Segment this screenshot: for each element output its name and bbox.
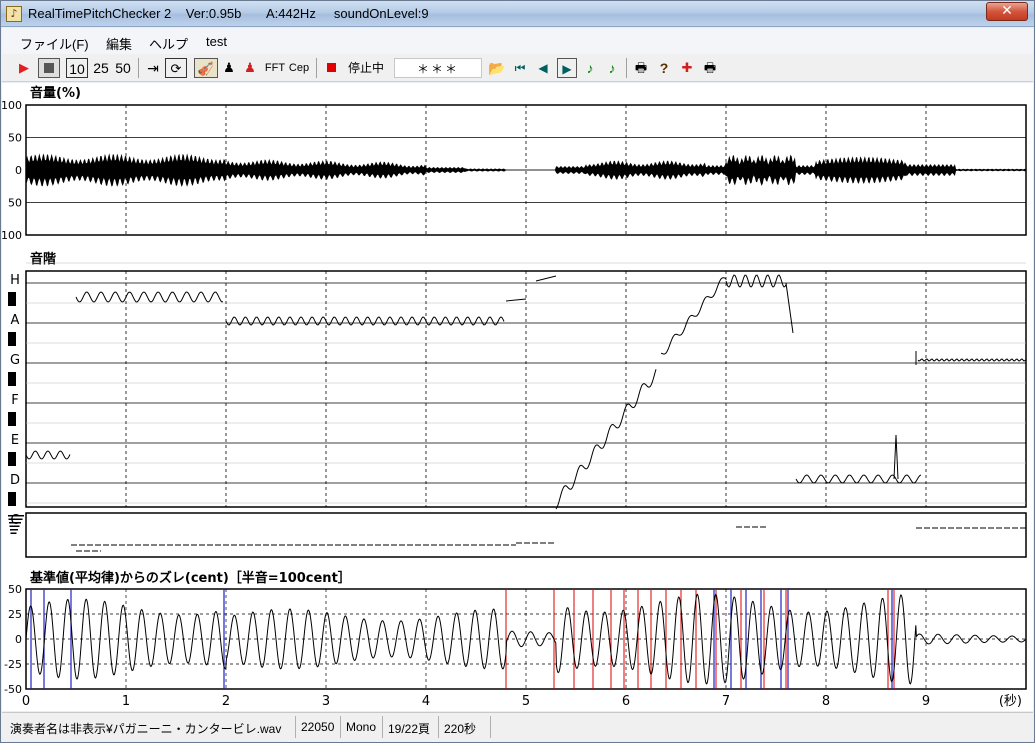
open-folder-icon[interactable]: 📂 xyxy=(488,58,506,78)
toolbar: ▶ 10 25 50 ⇥ ⟳ 🎻 ♟ ♟ FFT Cep 停止中 ＊＊＊ 📂 ⏮… xyxy=(2,54,1033,82)
volume-y-label: 100 xyxy=(2,229,22,242)
note-label: E xyxy=(11,433,19,448)
help-icon[interactable]: ? xyxy=(655,58,673,78)
marker-icon[interactable]: ✚ xyxy=(678,58,696,78)
status-file: 演奏者名は非表示¥パガニーニ・カンタービレ.wav xyxy=(10,722,282,736)
status-page: 19/22頁 xyxy=(388,722,431,736)
volume-panel: 100 50 0 50 100 xyxy=(1,99,1027,242)
volume-panel-title: 音量(%) xyxy=(30,85,81,101)
menu-help[interactable]: ヘルプ xyxy=(149,34,188,53)
deviation-y-label: 0 xyxy=(15,633,22,646)
deviation-y-label: 50 xyxy=(8,583,22,596)
app-icon: ♪ xyxy=(6,6,22,22)
skip-to-end-icon[interactable]: ⇥ xyxy=(144,58,162,78)
status-length: 220秒 xyxy=(444,722,477,736)
next-page-icon[interactable]: ▶ xyxy=(557,58,577,78)
fft-button[interactable]: FFT xyxy=(264,58,286,78)
note-label: H xyxy=(10,273,20,288)
time-tick-label: 8 xyxy=(822,694,830,709)
stop-button[interactable] xyxy=(38,58,60,78)
app-window: ♪ RealTimePitchChecker 2 Ver:0.95b A:442… xyxy=(0,0,1035,743)
deviation-y-label: 25 xyxy=(8,608,22,621)
prev-page-icon[interactable]: ◀ xyxy=(534,58,552,78)
title-bar: ♪ RealTimePitchChecker 2 Ver:0.95b A:442… xyxy=(1,1,1034,27)
violin-icon[interactable]: 🎻 xyxy=(194,58,218,78)
analysis-graphs: 音量(%) 音階 基準値(平均律)からのズレ(cent)［半音=100cent］… xyxy=(1,85,1027,709)
status-bar: 演奏者名は非表示¥パガニーニ・カンタービレ.wav 22050 Mono 19/… xyxy=(2,712,1033,742)
stars-display: ＊＊＊ xyxy=(394,58,482,78)
menu-file[interactable]: ファイル(F) xyxy=(20,34,89,53)
volume-y-label: 100 xyxy=(2,99,22,112)
time-axis: 0 1 2 3 4 5 6 7 8 9 (秒) xyxy=(22,694,1022,709)
play-icon[interactable]: ▶ xyxy=(16,58,32,78)
status-sample-rate: 22050 xyxy=(301,720,335,734)
note-label: F xyxy=(11,393,18,408)
volume-y-label: 50 xyxy=(8,197,22,210)
volume-y-label: 50 xyxy=(8,132,22,145)
record-stop-icon[interactable] xyxy=(324,58,338,78)
player-dark-icon[interactable]: ♟ xyxy=(221,58,237,78)
deviation-y-label: -50 xyxy=(4,683,22,696)
status-label: 停止中 xyxy=(347,61,384,75)
time-tick-label: 5 xyxy=(522,694,530,709)
note-label: D xyxy=(10,473,20,488)
note-label: G xyxy=(10,353,20,368)
speed-50-button[interactable]: 50 xyxy=(113,58,133,78)
note-label: A xyxy=(11,313,20,328)
deviation-panel-title: 基準値(平均律)からのズレ(cent)［半音=100cent］ xyxy=(29,570,351,586)
time-tick-label: 1 xyxy=(122,694,130,709)
first-page-icon[interactable]: ⏮ xyxy=(511,58,529,78)
content-area: 音量(%) 音階 基準値(平均律)からのズレ(cent)［半音=100cent］… xyxy=(1,83,1033,711)
menu-test[interactable]: test xyxy=(206,34,227,49)
close-button[interactable]: ✕ xyxy=(986,2,1028,21)
onset-strip xyxy=(8,512,1027,558)
time-unit-label: (秒) xyxy=(999,694,1022,709)
window-title: RealTimePitchChecker 2 Ver:0.95b A:442Hz… xyxy=(28,6,429,21)
status-channels: Mono xyxy=(346,720,377,734)
cep-button[interactable]: Cep xyxy=(288,58,310,78)
time-tick-label: 4 xyxy=(422,694,430,709)
time-tick-label: 0 xyxy=(22,694,30,709)
speed-10-button[interactable]: 10 xyxy=(66,58,88,78)
time-tick-label: 6 xyxy=(622,694,630,709)
volume-y-label: 0 xyxy=(15,164,22,177)
deviation-y-label: -25 xyxy=(4,658,22,671)
time-tick-label: 2 xyxy=(222,694,230,709)
player-red-icon[interactable]: ♟ xyxy=(242,58,258,78)
deviation-panel: 50 25 0 -25 -50 xyxy=(4,583,1027,696)
loop-icon[interactable]: ⟳ xyxy=(165,58,187,78)
print-2-icon[interactable]: 🖶 xyxy=(701,58,719,78)
note-green-2-icon[interactable]: ♪ xyxy=(604,58,620,78)
speed-25-button[interactable]: 25 xyxy=(91,58,111,78)
stop-icon xyxy=(44,63,54,73)
scale-panel: HAGFEDC xyxy=(8,262,1027,528)
scale-panel-title: 音階 xyxy=(30,251,56,267)
print-icon[interactable]: 🖶 xyxy=(632,58,650,78)
time-tick-label: 3 xyxy=(322,694,330,709)
time-tick-label: 9 xyxy=(922,694,930,709)
time-tick-label: 7 xyxy=(722,694,730,709)
menu-edit[interactable]: 編集 xyxy=(106,34,132,53)
note-green-icon[interactable]: ♪ xyxy=(582,58,598,78)
menu-bar: ファイル(F) 編集 ヘルプ test xyxy=(2,28,1033,54)
